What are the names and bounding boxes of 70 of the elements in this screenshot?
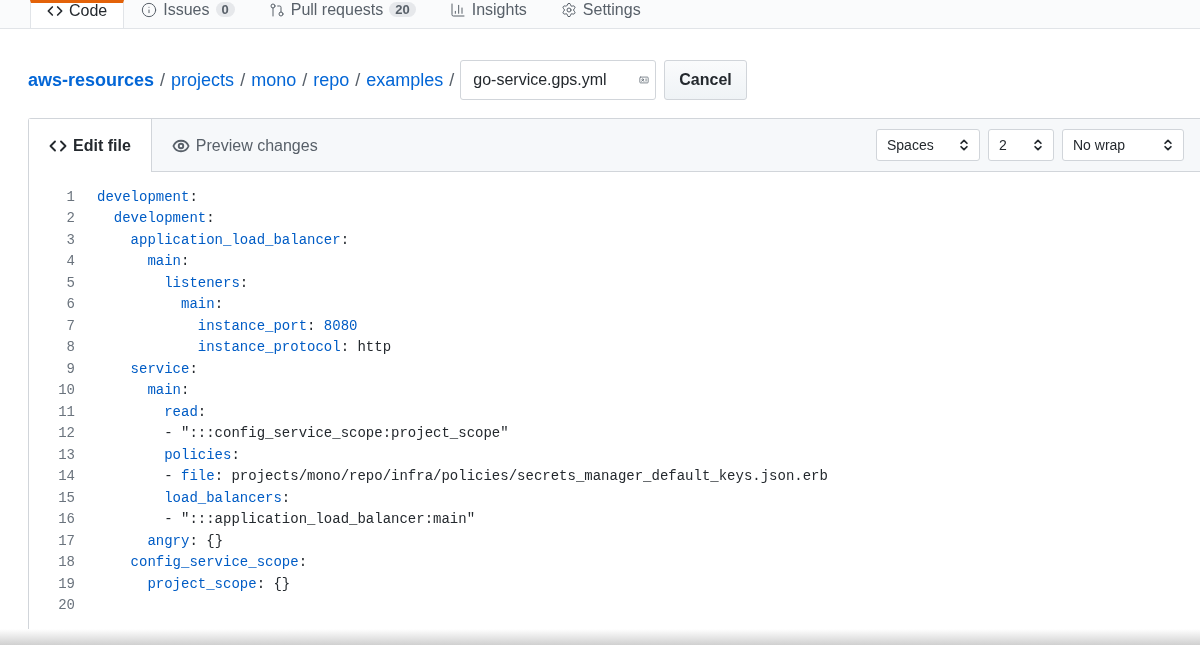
code-line: application_load_balancer:: [129, 231, 350, 248]
breadcrumb-separator: /: [355, 69, 361, 91]
editor-tab[interactable]: Preview changes: [151, 119, 338, 172]
breadcrumb-link[interactable]: examples: [366, 69, 444, 91]
select-dropdown[interactable]: 2: [988, 129, 1054, 161]
count-badge: 20: [389, 2, 416, 17]
info-icon: [141, 1, 158, 18]
code-line: instance_port: 8080: [196, 317, 358, 334]
line-number: 18: [57, 554, 76, 571]
up-down-caret-icon: [1031, 138, 1045, 152]
code-line: - file: projects/mono/repo/infra/policies/secrets_manager_default_keys.json.erb: [163, 468, 828, 485]
code-line: development:: [112, 210, 215, 227]
line-number: 17: [57, 532, 76, 549]
repo-tab[interactable]: Settings: [543, 0, 658, 28]
line-number: 5: [65, 274, 76, 291]
line-number: 3: [65, 231, 76, 248]
breadcrumb-separator: /: [302, 69, 308, 91]
code-line: main:: [146, 382, 190, 399]
breadcrumb-link[interactable]: aws-resources: [28, 69, 155, 91]
line-number: 13: [57, 446, 76, 463]
repo-tab[interactable]: Issues 0: [124, 0, 252, 28]
line-number: 6: [65, 296, 76, 313]
line-number: 10: [57, 382, 76, 399]
line-number: 15: [57, 489, 76, 506]
line-number: 1: [65, 188, 76, 205]
code-line: load_balancers:: [163, 489, 291, 506]
line-number: 20: [57, 597, 76, 614]
breadcrumb-link[interactable]: mono: [251, 69, 297, 91]
code-line: service:: [129, 360, 198, 377]
code-line: read:: [163, 403, 207, 420]
repo-tab[interactable]: Insights: [432, 0, 544, 28]
repo-tab[interactable]: Pull requests 20: [251, 0, 433, 28]
code-line: main:: [146, 253, 190, 270]
line-number: 4: [65, 253, 76, 270]
line-number: 16: [57, 511, 76, 528]
code-line: - ":::config_service_scope:project_scope": [163, 425, 509, 442]
code-line: angry: {}: [146, 532, 224, 549]
select-dropdown[interactable]: Spaces: [876, 129, 980, 161]
code-line: policies:: [163, 446, 240, 463]
line-number: 8: [65, 339, 76, 356]
pull-request-icon: [268, 1, 285, 18]
code-line: listeners:: [163, 274, 249, 291]
editor-tab[interactable]: Edit file: [29, 119, 152, 172]
line-number: 12: [57, 425, 76, 442]
repo-tab[interactable]: Code: [30, 0, 125, 28]
select-dropdown[interactable]: No wrap: [1062, 129, 1184, 161]
breadcrumb-separator: /: [449, 69, 455, 91]
line-number: 11: [57, 403, 76, 420]
breadcrumb-link[interactable]: repo: [313, 69, 350, 91]
up-down-caret-icon: [1161, 138, 1175, 152]
code-line: development:: [97, 188, 198, 205]
bar-chart-icon: [449, 1, 466, 18]
cancel-button[interactable]: Cancel: [664, 60, 747, 100]
filename-field[interactable]: go-service.gps.yml: [460, 60, 657, 100]
line-number: 19: [57, 575, 76, 592]
code-line: main:: [180, 296, 224, 313]
line-number: 7: [65, 317, 76, 334]
line-number: 9: [65, 360, 76, 377]
code-line: config_service_scope:: [129, 554, 308, 571]
breadcrumb-separator: /: [240, 69, 246, 91]
gear-icon: [560, 1, 577, 18]
code-line: instance_protocol: http: [196, 339, 392, 356]
count-badge: 0: [215, 2, 235, 17]
code-line: - ":::application_load_balancer:main": [163, 511, 476, 528]
up-down-caret-icon: [957, 138, 971, 152]
line-number: 14: [57, 468, 76, 485]
breadcrumb-separator: /: [160, 69, 166, 91]
line-number: 2: [65, 210, 76, 227]
breadcrumb-link[interactable]: projects: [171, 69, 235, 91]
code-line: project_scope: {}: [146, 575, 291, 592]
